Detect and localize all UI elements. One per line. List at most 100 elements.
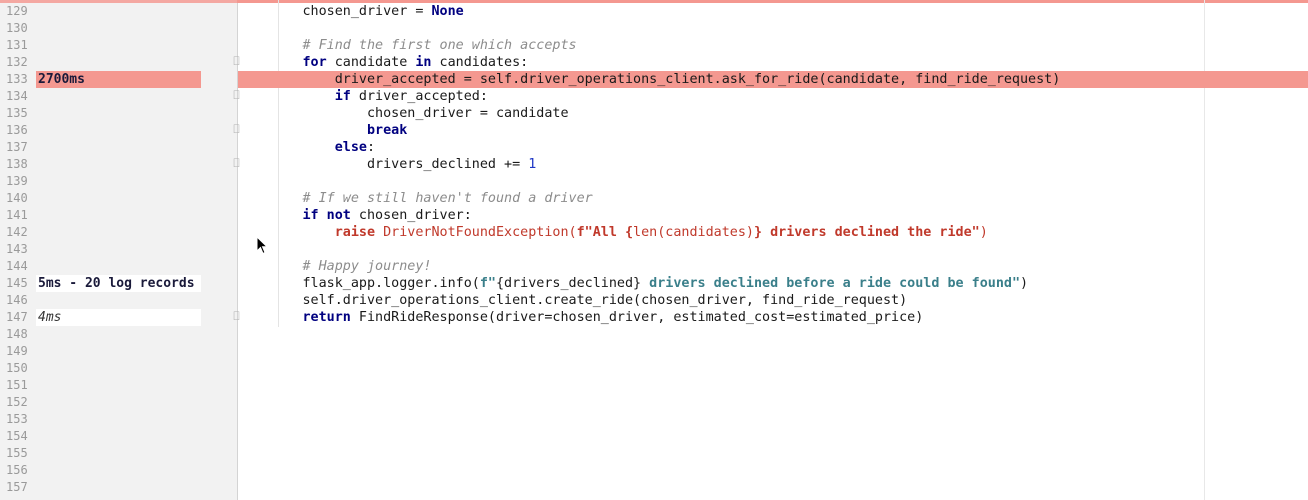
- code-text[interactable]: [238, 394, 1308, 411]
- line-number: 138: [6, 157, 28, 171]
- code-token: # Find the first one which accepts: [302, 38, 577, 53]
- code-text[interactable]: # If we still haven't found a driver: [238, 190, 1308, 207]
- code-text[interactable]: [238, 173, 1308, 190]
- code-text[interactable]: [238, 241, 1308, 258]
- code-line[interactable]: 147 4ms ⎕ return FindRideResponse(driver=c…: [0, 309, 1308, 326]
- code-token: # If we still haven't found a driver: [302, 191, 593, 206]
- code-text[interactable]: [238, 377, 1308, 394]
- line-number: 136: [6, 123, 28, 137]
- code-line[interactable]: 153: [0, 411, 1308, 428]
- line-number: 133: [6, 72, 28, 86]
- code-token: if not: [302, 208, 351, 223]
- line-number: 154: [6, 429, 28, 443]
- code-token: driver_accepted = self.driver_operations…: [238, 72, 1061, 87]
- code-line[interactable]: 131 # Find the first one which accepts: [0, 37, 1308, 54]
- code-line[interactable]: 143: [0, 241, 1308, 258]
- code-token: candidate: [326, 55, 416, 70]
- line-number: 156: [6, 463, 28, 477]
- line-number: 134: [6, 89, 28, 103]
- code-text[interactable]: if driver_accepted:: [238, 88, 1308, 105]
- code-text[interactable]: [238, 20, 1308, 37]
- line-number: 153: [6, 412, 28, 426]
- code-text[interactable]: flask_app.logger.info(f"{drivers_decline…: [238, 275, 1308, 292]
- timing-annotation[interactable]: 4ms: [36, 309, 201, 326]
- code-line[interactable]: 145 5ms - 20 log records flask_app.logger…: [0, 275, 1308, 292]
- code-token: flask_app.logger.info(: [238, 276, 480, 291]
- code-text[interactable]: [238, 343, 1308, 360]
- code-text[interactable]: raise DriverNotFoundException(f"All {len…: [238, 224, 1308, 241]
- code-token: :: [367, 140, 376, 155]
- code-text[interactable]: # Find the first one which accepts: [238, 37, 1308, 54]
- code-token: else: [334, 140, 367, 155]
- code-line[interactable]: 133 2700ms driver_accepted = self.driver_…: [0, 71, 1308, 88]
- line-number: 140: [6, 191, 28, 205]
- line-number: 132: [6, 55, 28, 69]
- line-number: 146: [6, 293, 28, 307]
- code-text[interactable]: drivers_declined += 1: [238, 156, 1308, 173]
- timing-annotation[interactable]: 2700ms: [36, 71, 201, 88]
- code-editor[interactable]: 129 chosen_driver = None 130 131 # Find th…: [0, 0, 1308, 500]
- code-text[interactable]: chosen_driver = None: [238, 3, 1308, 20]
- code-line[interactable]: 144 # Happy journey!: [0, 258, 1308, 275]
- code-text[interactable]: chosen_driver = candidate: [238, 105, 1308, 122]
- line-number: 130: [6, 21, 28, 35]
- code-token: drivers declined before a ride could be …: [641, 276, 1021, 291]
- code-line[interactable]: 139: [0, 173, 1308, 190]
- code-line[interactable]: 148: [0, 326, 1308, 343]
- code-token: ): [1020, 276, 1029, 291]
- code-line[interactable]: 155: [0, 445, 1308, 462]
- code-text[interactable]: [238, 326, 1308, 343]
- code-token: raise: [334, 225, 376, 240]
- code-line[interactable]: 132 ⎕ for candidate in candidates:: [0, 54, 1308, 71]
- code-line[interactable]: 140 # If we still haven't found a driver: [0, 190, 1308, 207]
- code-line[interactable]: 157: [0, 479, 1308, 496]
- code-text[interactable]: [238, 428, 1308, 445]
- timing-annotation[interactable]: 5ms - 20 log records: [36, 275, 201, 292]
- code-token: break: [367, 123, 408, 138]
- code-text[interactable]: for candidate in candidates:: [238, 54, 1308, 71]
- line-number: 151: [6, 378, 28, 392]
- code-text[interactable]: # Happy journey!: [238, 258, 1308, 275]
- code-line[interactable]: 146 self.driver_operations_client.create…: [0, 292, 1308, 309]
- code-token: 1: [528, 157, 537, 172]
- line-number: 141: [6, 208, 28, 222]
- code-text[interactable]: break: [238, 122, 1308, 139]
- code-line[interactable]: 141 if not chosen_driver:: [0, 207, 1308, 224]
- code-token: chosen_driver = candidate: [238, 106, 569, 121]
- code-text[interactable]: else:: [238, 139, 1308, 156]
- code-token: in: [415, 55, 432, 70]
- code-text[interactable]: [238, 411, 1308, 428]
- code-text[interactable]: self.driver_operations_client.create_rid…: [238, 292, 1308, 309]
- code-line[interactable]: 135 chosen_driver = candidate: [0, 105, 1308, 122]
- code-line[interactable]: 134 ⎕ if driver_accepted:: [0, 88, 1308, 105]
- code-token: f"All {: [576, 225, 634, 240]
- code-token: {drivers_declined}: [495, 276, 642, 291]
- line-number: 142: [6, 225, 28, 239]
- code-line[interactable]: 152: [0, 394, 1308, 411]
- code-text[interactable]: [238, 462, 1308, 479]
- code-text[interactable]: [238, 445, 1308, 462]
- line-number: 144: [6, 259, 28, 273]
- code-token: if: [334, 89, 351, 104]
- mouse-cursor-icon: [256, 236, 269, 255]
- code-line[interactable]: 138 ⎕ drivers_declined += 1: [0, 156, 1308, 173]
- code-text[interactable]: if not chosen_driver:: [238, 207, 1308, 224]
- code-line[interactable]: 156: [0, 462, 1308, 479]
- code-text[interactable]: driver_accepted = self.driver_operations…: [238, 71, 1308, 88]
- code-line[interactable]: 129 chosen_driver = None: [0, 3, 1308, 20]
- code-text[interactable]: [238, 360, 1308, 377]
- code-line[interactable]: 137 else:: [0, 139, 1308, 156]
- code-text[interactable]: [238, 479, 1308, 496]
- code-line[interactable]: 142 raise DriverNotFoundException(f"All …: [0, 224, 1308, 241]
- code-line[interactable]: 130: [0, 20, 1308, 37]
- code-text[interactable]: return FindRideResponse(driver=chosen_dr…: [238, 309, 1308, 326]
- code-line[interactable]: 151: [0, 377, 1308, 394]
- code-line[interactable]: 154: [0, 428, 1308, 445]
- code-line[interactable]: 150: [0, 360, 1308, 377]
- code-line[interactable]: 136 ⎕ break: [0, 122, 1308, 139]
- code-line[interactable]: 149: [0, 343, 1308, 360]
